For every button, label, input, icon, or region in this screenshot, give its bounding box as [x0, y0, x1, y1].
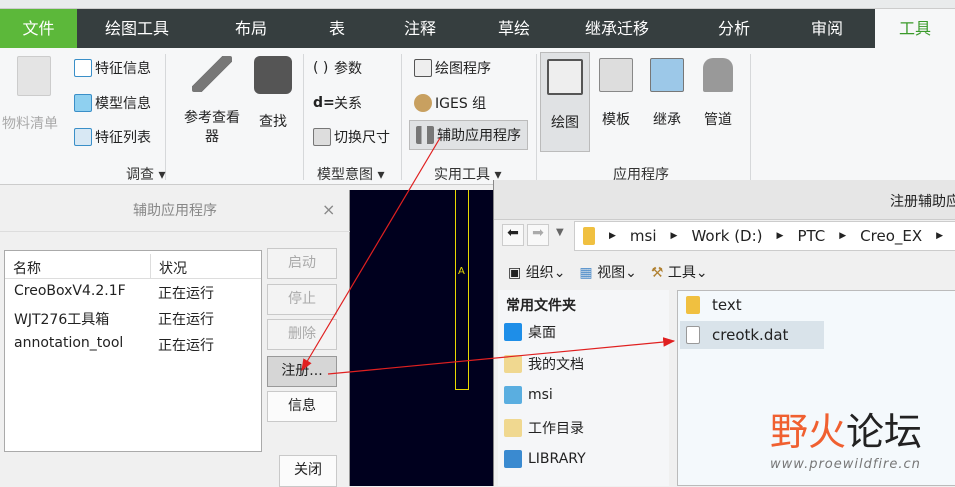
annotation-arrows: [301, 137, 676, 375]
arrow-to-file: [327, 337, 676, 375]
arrow-to-register: [301, 137, 441, 372]
